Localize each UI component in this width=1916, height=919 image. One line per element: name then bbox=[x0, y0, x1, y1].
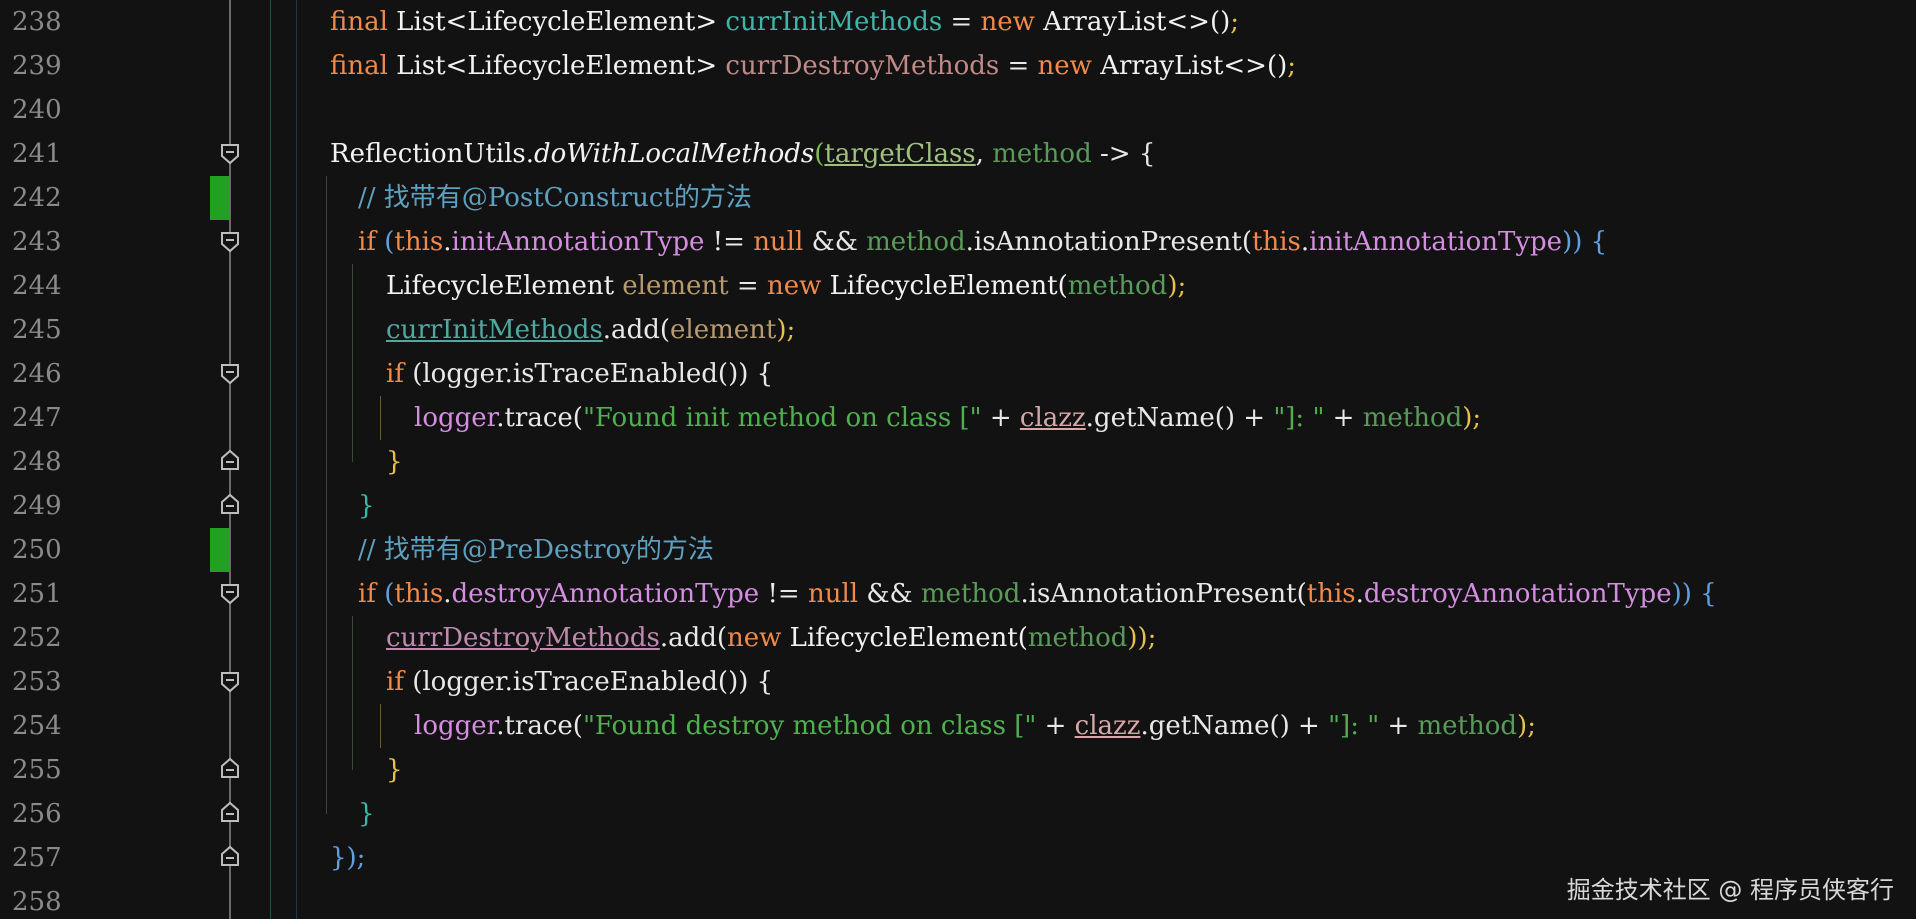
line-number: 248 bbox=[12, 447, 62, 477]
code-text-243: if (this.initAnnotationType != null && m… bbox=[358, 227, 1608, 257]
line-number: 242 bbox=[12, 183, 62, 213]
code-text-246: if (logger.isTraceEnabled()) { bbox=[386, 359, 774, 389]
code-text-252: currDestroyMethods.add(new LifecycleElem… bbox=[386, 623, 1157, 653]
code-line[interactable]: 248 bbox=[0, 440, 1916, 484]
code-comment-250: // 找带有@PreDestroy的方法 bbox=[358, 535, 714, 565]
code-text-251: if (this.destroyAnnotationType != null &… bbox=[358, 579, 1717, 609]
line-number: 247 bbox=[12, 403, 62, 433]
code-text-238: final List<LifecycleElement> currInitMet… bbox=[330, 7, 1240, 37]
line-number: 238 bbox=[12, 7, 62, 37]
line-number: 258 bbox=[12, 887, 62, 917]
line-number: 243 bbox=[12, 227, 62, 257]
code-brace-257: }); bbox=[330, 843, 366, 873]
code-editor[interactable]: 238 239 240 241 242 243 244 245 246 247 … bbox=[0, 0, 1916, 919]
code-line[interactable]: 240 bbox=[0, 88, 1916, 132]
code-brace-256: } bbox=[358, 799, 375, 829]
code-text-239: final List<LifecycleElement> currDestroy… bbox=[330, 51, 1297, 81]
code-line[interactable]: 253 bbox=[0, 660, 1916, 704]
line-number: 249 bbox=[12, 491, 62, 521]
code-brace-248: } bbox=[386, 447, 403, 477]
line-number: 244 bbox=[12, 271, 62, 301]
code-text-254: logger.trace("Found destroy method on cl… bbox=[414, 711, 1536, 741]
line-number: 240 bbox=[12, 95, 62, 125]
line-number: 254 bbox=[12, 711, 62, 741]
code-line[interactable]: 255 bbox=[0, 748, 1916, 792]
line-number: 256 bbox=[12, 799, 62, 829]
code-line[interactable]: 250 bbox=[0, 528, 1916, 572]
line-number: 257 bbox=[12, 843, 62, 873]
code-line[interactable]: 256 bbox=[0, 792, 1916, 836]
line-number: 251 bbox=[12, 579, 62, 609]
code-text-253: if (logger.isTraceEnabled()) { bbox=[386, 667, 774, 697]
code-brace-255: } bbox=[386, 755, 403, 785]
code-text-247: logger.trace("Found init method on class… bbox=[414, 403, 1482, 433]
watermark: 掘金技术社区 @ 程序员侠客行 bbox=[1566, 876, 1894, 904]
line-number: 255 bbox=[12, 755, 62, 785]
code-line[interactable]: 245 bbox=[0, 308, 1916, 352]
line-number: 252 bbox=[12, 623, 62, 653]
line-number: 239 bbox=[12, 51, 62, 81]
line-number: 250 bbox=[12, 535, 62, 565]
code-text-241: ReflectionUtils.doWithLocalMethods(targe… bbox=[330, 139, 1156, 169]
code-line[interactable]: 246 bbox=[0, 352, 1916, 396]
line-number: 253 bbox=[12, 667, 62, 697]
code-brace-249: } bbox=[358, 491, 375, 521]
line-number: 246 bbox=[12, 359, 62, 389]
code-line[interactable]: 242 bbox=[0, 176, 1916, 220]
code-text-244: LifecycleElement element = new Lifecycle… bbox=[386, 271, 1187, 301]
code-text-245: currInitMethods.add(element); bbox=[386, 315, 796, 345]
line-number: 241 bbox=[12, 139, 62, 169]
code-comment-242: // 找带有@PostConstruct的方法 bbox=[358, 183, 752, 213]
code-line[interactable]: 249 bbox=[0, 484, 1916, 528]
line-number: 245 bbox=[12, 315, 62, 345]
